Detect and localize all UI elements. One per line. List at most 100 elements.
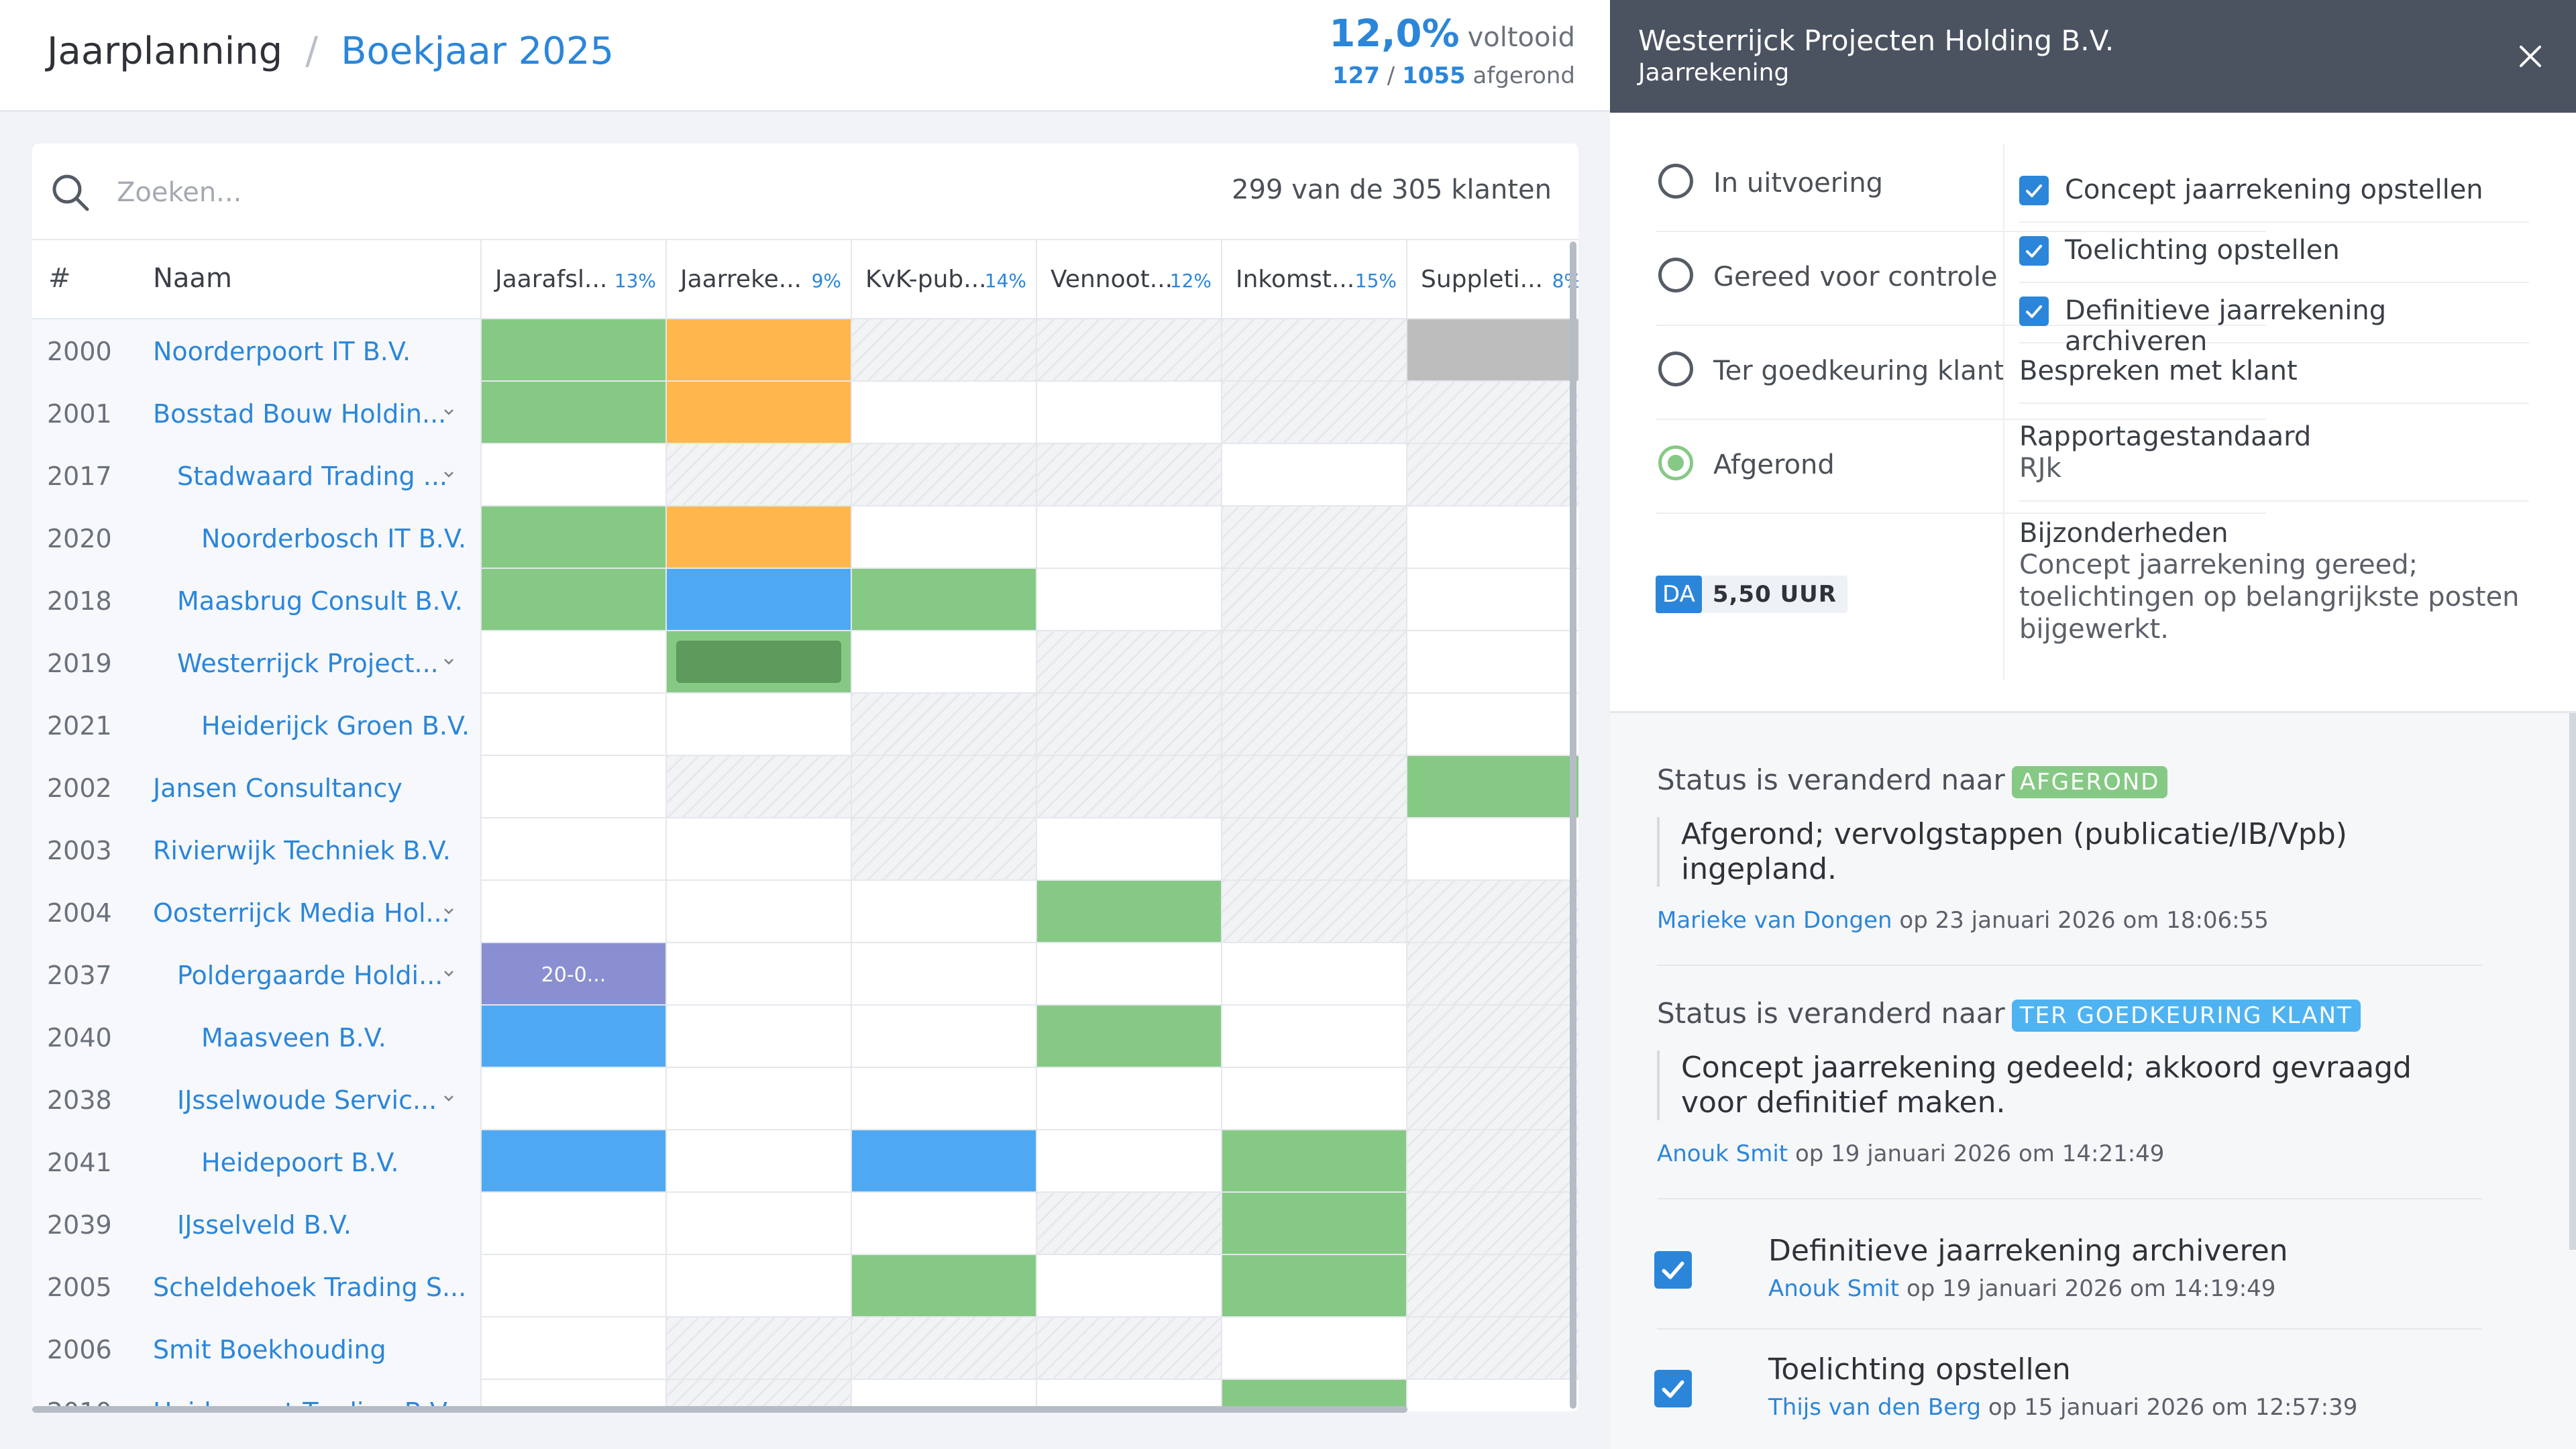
status-cell[interactable] xyxy=(1036,1068,1221,1130)
status-cell[interactable] xyxy=(1036,943,1221,1006)
checklist-item[interactable]: Bespreken met klant xyxy=(2019,342,2529,404)
status-cell[interactable] xyxy=(1406,382,1578,444)
status-radio[interactable] xyxy=(1658,352,1693,386)
status-cell[interactable] xyxy=(851,1318,1036,1380)
table-row[interactable]: 2040 Maasveen B.V. xyxy=(32,1006,1578,1069)
status-cell[interactable] xyxy=(665,818,851,881)
client-name-link[interactable]: Westerrijck Project... xyxy=(177,649,439,678)
client-name-link[interactable]: Heiderijck Groen B.V. xyxy=(201,711,470,741)
client-name-link[interactable]: Poldergaarde Holdi... xyxy=(177,961,443,990)
activity-user-link[interactable]: Anouk Smit xyxy=(1768,1275,1899,1302)
status-cell[interactable] xyxy=(1036,756,1221,818)
status-cell[interactable] xyxy=(1406,756,1578,818)
status-cell[interactable] xyxy=(1406,943,1578,1006)
status-cell[interactable] xyxy=(1036,569,1221,631)
client-name-link[interactable]: Heidepoort B.V. xyxy=(201,1148,399,1177)
chevron-down-icon[interactable] xyxy=(441,467,456,482)
status-cell[interactable] xyxy=(1221,631,1406,694)
table-row[interactable]: 2003 Rivierwijk Techniek B.V. xyxy=(32,818,1578,882)
feed-scrollbar[interactable] xyxy=(2569,713,2576,1250)
status-cell[interactable] xyxy=(665,1006,851,1068)
status-cell[interactable] xyxy=(1221,569,1406,631)
client-name-link[interactable]: Bosstad Bouw Holdin... xyxy=(153,399,446,429)
close-icon[interactable] xyxy=(2512,38,2549,75)
table-row[interactable]: 2017 Stadwaard Trading ... xyxy=(32,444,1578,508)
table-row[interactable]: 2037 Poldergaarde Holdi... 20-0... xyxy=(32,943,1578,1007)
status-cell[interactable] xyxy=(851,818,1036,881)
table-row[interactable]: 2021 Heiderijck Groen B.V. xyxy=(32,694,1578,757)
status-cell[interactable] xyxy=(480,319,665,382)
status-cell[interactable] xyxy=(851,694,1036,756)
status-cell[interactable] xyxy=(1036,631,1221,694)
status-cell[interactable] xyxy=(1036,694,1221,756)
status-radio[interactable] xyxy=(1658,164,1693,199)
status-cell[interactable] xyxy=(665,1255,851,1318)
grid-vertical-scrollbar[interactable] xyxy=(1570,241,1576,1409)
status-cell[interactable] xyxy=(1406,881,1578,943)
checklist-item[interactable]: Concept jaarrekening opstellen xyxy=(2019,161,2529,223)
checkbox-checked[interactable] xyxy=(1654,1370,1692,1407)
client-name-link[interactable]: Jansen Consultancy xyxy=(153,773,402,803)
status-cell[interactable] xyxy=(480,506,665,569)
status-cell[interactable] xyxy=(480,1006,665,1068)
status-cell[interactable] xyxy=(1036,1006,1221,1068)
status-cell[interactable] xyxy=(480,382,665,444)
client-name-link[interactable]: Stadwaard Trading ... xyxy=(177,462,447,491)
status-cell[interactable] xyxy=(1221,506,1406,569)
status-cell[interactable] xyxy=(1406,1255,1578,1318)
status-cell[interactable] xyxy=(851,1006,1036,1068)
activity-user-link[interactable]: Anouk Smit xyxy=(1657,1140,1788,1167)
client-name-link[interactable]: Maasveen B.V. xyxy=(201,1023,386,1053)
client-name-link[interactable]: Smit Boekhouding xyxy=(153,1335,386,1364)
status-cell[interactable] xyxy=(851,444,1036,506)
column-header-task[interactable]: Jaarreke... 9% xyxy=(665,239,851,318)
status-cell[interactable] xyxy=(1221,1255,1406,1318)
status-cell[interactable] xyxy=(480,569,665,631)
client-name-link[interactable]: Rivierwijk Techniek B.V. xyxy=(153,836,451,865)
status-cell[interactable] xyxy=(1406,1318,1578,1380)
chevron-down-icon[interactable] xyxy=(441,405,456,419)
status-cell[interactable] xyxy=(1036,1255,1221,1318)
status-cell[interactable] xyxy=(1221,382,1406,444)
status-cell[interactable] xyxy=(1221,818,1406,881)
status-cell[interactable] xyxy=(1221,1068,1406,1130)
status-cell[interactable] xyxy=(1036,506,1221,569)
search-input[interactable] xyxy=(115,170,923,215)
chevron-down-icon[interactable] xyxy=(441,904,456,918)
status-cell[interactable] xyxy=(1406,1193,1578,1255)
status-cell[interactable] xyxy=(480,1068,665,1130)
status-cell[interactable] xyxy=(665,631,851,694)
checkbox-checked[interactable] xyxy=(2019,236,2049,266)
status-cell[interactable] xyxy=(665,1130,851,1193)
activity-user-link[interactable]: Marieke van Dongen xyxy=(1657,907,1892,934)
column-header-task[interactable]: Vennoot... 12% xyxy=(1036,239,1221,318)
table-row[interactable]: 2038 IJsselwoude Servic... xyxy=(32,1068,1578,1132)
status-radio[interactable] xyxy=(1658,445,1693,480)
table-row[interactable]: 2000 Noorderpoort IT B.V. xyxy=(32,319,1578,383)
client-name-link[interactable]: IJsselwoude Servic... xyxy=(177,1085,437,1115)
status-cell[interactable] xyxy=(1406,1380,1578,1411)
status-cell[interactable] xyxy=(480,444,665,506)
status-cell[interactable] xyxy=(665,506,851,569)
status-cell[interactable] xyxy=(851,1255,1036,1318)
table-row[interactable]: 2039 IJsselveld B.V. xyxy=(32,1193,1578,1256)
status-radio[interactable] xyxy=(1658,258,1693,292)
breadcrumb-current[interactable]: Boekjaar 2025 xyxy=(341,30,614,73)
checkbox-checked[interactable] xyxy=(1654,1251,1692,1289)
client-name-link[interactable]: Noorderbosch IT B.V. xyxy=(201,524,466,553)
status-cell[interactable] xyxy=(665,1193,851,1255)
client-name-link[interactable]: Scheldehoek Trading S... xyxy=(153,1273,466,1302)
status-cell[interactable] xyxy=(1221,1193,1406,1255)
status-cell[interactable] xyxy=(1036,818,1221,881)
activity-user-link[interactable]: Thijs van den Berg xyxy=(1768,1394,1981,1421)
status-cell[interactable] xyxy=(1221,694,1406,756)
status-cell[interactable] xyxy=(851,1193,1036,1255)
status-cell[interactable] xyxy=(1221,1318,1406,1380)
status-cell[interactable] xyxy=(1221,756,1406,818)
status-cell[interactable] xyxy=(1036,444,1221,506)
client-name-link[interactable]: Maasbrug Consult B.V. xyxy=(177,586,463,616)
table-row[interactable]: 2006 Smit Boekhouding xyxy=(32,1318,1578,1381)
status-cell[interactable] xyxy=(1406,319,1578,382)
table-row[interactable]: 2005 Scheldehoek Trading S... xyxy=(32,1255,1578,1319)
status-cell[interactable] xyxy=(1221,943,1406,1006)
